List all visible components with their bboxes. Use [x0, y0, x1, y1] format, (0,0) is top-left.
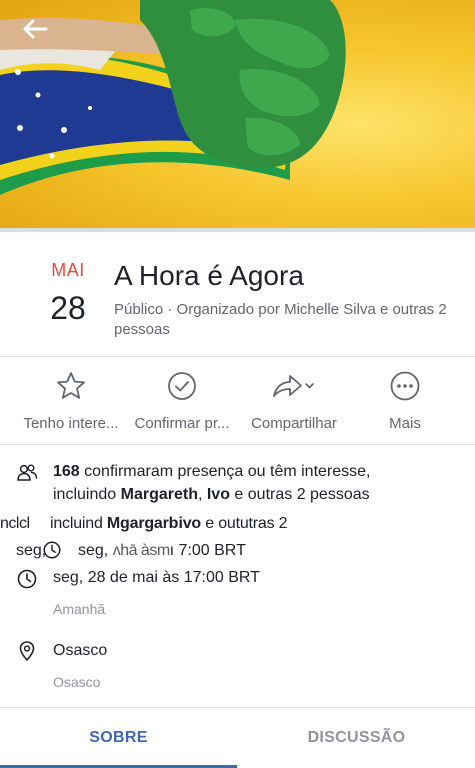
action-bar: Tenho intere... Confirmar pr... Comparti…: [0, 357, 475, 443]
more-label: Mais: [389, 415, 421, 432]
more-button[interactable]: Mais: [360, 357, 450, 443]
glitch-text: nclcl: [0, 515, 30, 532]
glitch-tail: e oututras 2: [201, 515, 288, 532]
glitch-word: seg,: [78, 542, 113, 559]
event-title: A Hora é Agora: [114, 260, 304, 291]
event-day: 28: [50, 290, 86, 326]
glitch-word: incluind: [50, 515, 103, 532]
glitch-line: incluind Mgargarb ivo e oututras 2: [50, 515, 288, 533]
event-header: MAI 28 A Hora é Agora Público · Organiza…: [0, 232, 475, 356]
divider: [0, 444, 475, 445]
interested-button[interactable]: Tenho intere...: [10, 357, 132, 443]
event-datetime[interactable]: seg, 28 de mai às 17:00 BRT: [53, 569, 260, 587]
tab-about[interactable]: SOBRE: [0, 708, 237, 768]
attendance-prefix: incluindo: [53, 486, 121, 503]
clock-icon: [43, 541, 61, 559]
attendance-suffix: e outras 2 pessoas: [229, 486, 370, 503]
share-label: Compartilhar: [251, 415, 337, 432]
tab-bar: SOBRE DISCUSSÃO: [0, 708, 475, 768]
attendee-name: Margareth: [120, 486, 198, 503]
event-month: MAI: [51, 260, 85, 280]
separator: ,: [197, 486, 207, 503]
attendance-line-1[interactable]: 168 confirmaram presença ou têm interess…: [53, 463, 371, 481]
cover-illustration: [0, 0, 346, 195]
attendance-text: confirmaram presença ou têm interesse,: [79, 463, 371, 480]
more-icon: [390, 371, 420, 401]
check-circle-icon: [168, 372, 196, 400]
chevron-down-icon: [305, 383, 314, 389]
cover-photo: [0, 0, 475, 228]
share-icon: [273, 375, 314, 397]
confirm-label: Confirmar pr...: [134, 415, 230, 432]
confirm-button[interactable]: Confirmar pr...: [126, 357, 238, 443]
clock-icon: [17, 569, 37, 589]
glitch-blur: ʌhā àsm: [112, 542, 170, 559]
event-relative-date: Amanhã: [53, 601, 106, 617]
location-detail: Osasco: [53, 674, 101, 690]
attendance-line-2[interactable]: incluindo Margareth, Ivo e outras 2 pess…: [53, 486, 370, 504]
glitch-name: ivo: [178, 515, 202, 532]
glitch-time: ı 7:00 BRT: [169, 542, 246, 559]
interested-label: Tenho intere...: [23, 415, 119, 432]
back-button[interactable]: [22, 18, 52, 48]
share-button[interactable]: Compartilhar: [238, 357, 350, 443]
star-icon: [57, 372, 85, 399]
attendee-name: Ivo: [206, 486, 230, 503]
people-icon: [17, 464, 38, 481]
event-subtitle: Público · Organizado por Michelle Silva …: [114, 301, 447, 338]
attendance-count: 168: [53, 463, 80, 480]
location-name[interactable]: Osasco: [53, 642, 107, 660]
tab-discussion[interactable]: DISCUSSÃO: [238, 708, 475, 768]
back-arrow-icon: [23, 19, 48, 39]
location-pin-icon: [19, 641, 35, 661]
glitch-name: Mgargarb: [106, 515, 179, 532]
glitch-line: seg, ʌhā àsmı 7:00 BRT: [78, 542, 246, 560]
